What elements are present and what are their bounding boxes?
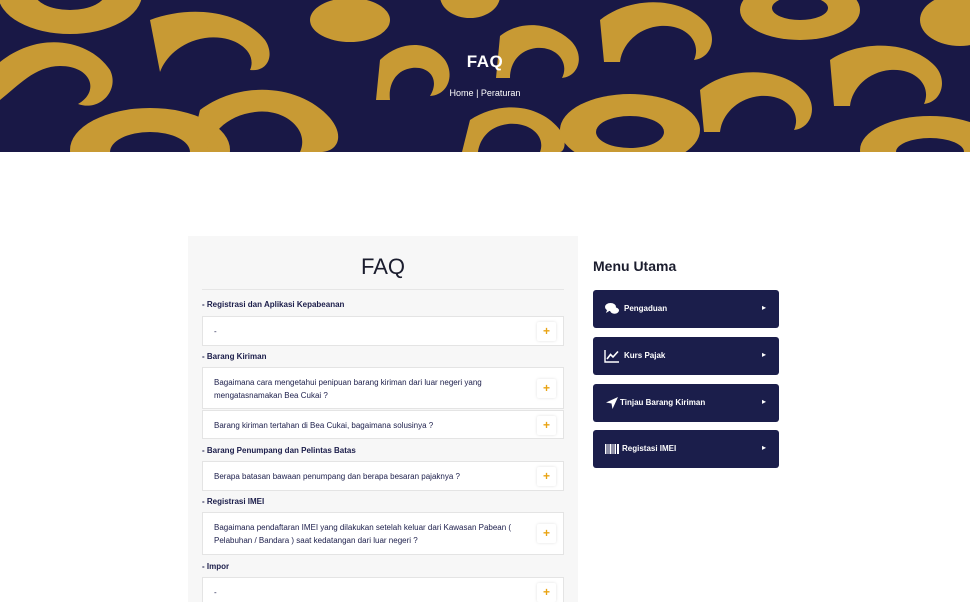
expand-plus-icon[interactable]: + [537,583,556,602]
barcode-icon [605,444,619,454]
faq-question-text: Bagaimana cara mengetahui penipuan baran… [214,378,482,400]
faq-section-title: - Registrasi IMEI [202,497,265,506]
menu-button-pengaduan[interactable]: Pengaduan ▸ [593,290,779,328]
faq-title: FAQ [360,254,405,279]
faq-section-title: - Barang Penumpang dan Pelintas Batas [202,446,356,455]
menu-button-label: Registasi IMEI [622,444,677,453]
expand-plus-icon[interactable]: + [537,467,556,486]
breadcrumb-home-link[interactable]: Home [450,88,474,98]
faq-question-item[interactable]: Bagaimana cara mengetahui penipuan baran… [202,367,564,409]
menu-utama-heading: Menu Utama [593,258,677,274]
expand-plus-icon[interactable]: + [537,322,556,341]
comments-icon [605,303,619,314]
line-chart-icon [604,350,619,363]
faq-question-text: - [214,327,217,336]
expand-plus-icon[interactable]: + [537,524,556,543]
breadcrumb-current: Peraturan [480,88,521,98]
menu-button-tinjau-barang-kiriman[interactable]: Tinjau Barang Kiriman ▸ [593,384,779,422]
faq-question-text: Berapa batasan bawaan penumpang dan bera… [214,472,460,481]
menu-button-label: Pengaduan [624,304,668,313]
faq-question-item[interactable]: Berapa batasan bawaan penumpang dan bera… [202,461,564,491]
faq-question-item[interactable]: Barang kiriman tertahan di Bea Cukai, ba… [202,410,564,439]
caret-right-icon: ▸ [761,350,766,359]
faq-section-title: - Registrasi dan Aplikasi Kepabeanan [202,300,345,309]
menu-button-registasi-imei[interactable]: Registasi IMEI ▸ [593,430,779,468]
ornament-pattern [0,0,970,152]
breadcrumb: Home | Peraturan [0,88,970,98]
faq-question-text: Bagaimana pendaftaran IMEI yang dilakuka… [214,523,512,545]
breadcrumb-separator: | [473,88,481,98]
faq-question-text: - [214,588,217,597]
caret-right-icon: ▸ [761,443,766,452]
faq-panel: FAQ - Registrasi dan Aplikasi Kepabeanan… [188,236,578,602]
caret-right-icon: ▸ [761,303,766,312]
faq-question-text: Barang kiriman tertahan di Bea Cukai, ba… [214,421,434,430]
expand-plus-icon[interactable]: + [537,416,556,435]
faq-question-item[interactable]: - + [202,316,564,346]
faq-section-title: - Impor [202,562,230,571]
faq-question-item[interactable]: - + [202,577,564,602]
page-hero-banner: FAQ Home | Peraturan [0,0,970,152]
menu-button-label: Tinjau Barang Kiriman [620,398,706,407]
hero-title: FAQ [466,52,504,71]
caret-right-icon: ▸ [761,397,766,406]
menu-button-kurs-pajak[interactable]: Kurs Pajak ▸ [593,337,779,375]
faq-section-title: - Barang Kiriman [202,352,267,361]
menu-button-label: Kurs Pajak [624,351,666,360]
expand-plus-icon[interactable]: + [537,379,556,398]
faq-question-item[interactable]: Bagaimana pendaftaran IMEI yang dilakuka… [202,512,564,555]
faq-divider [202,289,564,290]
location-arrow-icon [606,397,618,409]
